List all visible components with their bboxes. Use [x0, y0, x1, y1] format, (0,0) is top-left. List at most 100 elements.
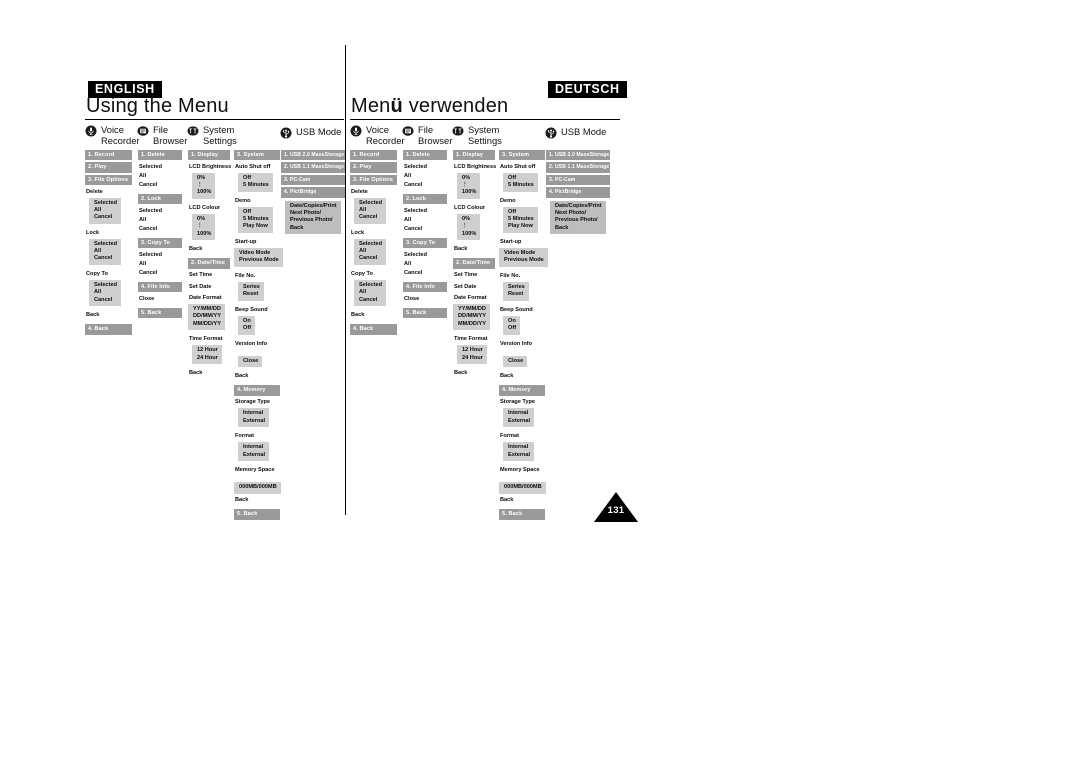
menu-item-set-date[interactable]: Set Date — [188, 283, 230, 292]
menu-item-beep-sound[interactable]: Beep Sound — [234, 306, 280, 315]
option-cancel[interactable]: Cancel — [403, 225, 447, 234]
menu-band-pc-cam[interactable]: 3. PC-Cam — [546, 174, 610, 186]
menu-item-start-up[interactable]: Start-up — [499, 238, 545, 247]
menu-band-memory[interactable]: 4. Memory — [499, 385, 545, 396]
option-all[interactable]: All — [138, 216, 182, 225]
menu-band-play[interactable]: 2. Play — [350, 162, 397, 173]
option-reset[interactable]: Reset — [243, 291, 260, 298]
option-play-now[interactable]: Play Now — [508, 223, 534, 230]
menu-item-auto-shut-off[interactable]: Auto Shut off — [499, 163, 545, 172]
menu-band-display[interactable]: 1. Display — [188, 150, 230, 161]
option-cancel[interactable]: Cancel — [138, 225, 182, 234]
option-off[interactable]: Off — [243, 175, 269, 182]
option-all[interactable]: All — [359, 207, 382, 214]
option-max[interactable]: 100% — [197, 231, 211, 238]
option-ddmmyy[interactable]: DD/MM/YY — [193, 313, 221, 320]
option-close[interactable]: Close — [508, 358, 523, 365]
option-all[interactable]: All — [94, 248, 117, 255]
menu-item-copy-to[interactable]: Copy To — [350, 270, 397, 279]
option-all[interactable]: All — [403, 172, 447, 181]
option-on[interactable]: On — [508, 318, 516, 325]
option-selected[interactable]: Selected — [138, 207, 182, 216]
option-internal[interactable]: Internal — [243, 444, 265, 451]
menu-band-back[interactable]: 5. Back — [138, 307, 182, 319]
menu-item-copy-to[interactable]: Copy To — [85, 270, 132, 279]
option-max[interactable]: 100% — [462, 189, 476, 196]
menu-band-back[interactable]: 4. Back — [85, 324, 132, 335]
menu-item-lcd-colour[interactable]: LCD Colour — [188, 204, 230, 213]
option-off[interactable]: Off — [508, 325, 516, 332]
option-close[interactable]: Close — [403, 295, 447, 304]
option-all[interactable]: All — [359, 248, 382, 255]
option-cancel[interactable]: Cancel — [94, 214, 117, 221]
option-internal[interactable]: Internal — [508, 410, 530, 417]
option-previous-mode[interactable]: Previous Mode — [239, 257, 279, 264]
menu-item-version-info[interactable]: Version Info — [234, 340, 280, 349]
option-previous-photo[interactable]: Previous Photo/ — [555, 217, 602, 224]
menu-item-format[interactable]: Format — [234, 432, 280, 441]
menu-item-memory-space[interactable]: Memory Space — [499, 466, 545, 475]
menu-band-system[interactable]: 3. System — [499, 150, 545, 161]
menu-band-system[interactable]: 3. System — [234, 150, 280, 161]
menu-item-time-format[interactable]: Time Format — [188, 335, 230, 344]
option-all[interactable]: All — [94, 289, 117, 296]
option-24-hour[interactable]: 24 Hour — [462, 355, 483, 362]
option-cancel[interactable]: Cancel — [138, 269, 182, 278]
option-selected[interactable]: Selected — [403, 251, 447, 260]
option-external[interactable]: External — [508, 452, 530, 459]
menu-item-demo[interactable]: Demo — [499, 197, 545, 206]
option-cancel[interactable]: Cancel — [359, 297, 382, 304]
option-cancel[interactable]: Cancel — [359, 214, 382, 221]
option-selected[interactable]: Selected — [403, 207, 447, 216]
option-internal[interactable]: Internal — [508, 444, 530, 451]
option-5-minutes[interactable]: 5 Minutes — [508, 216, 534, 223]
option-5-minutes[interactable]: 5 Minutes — [243, 216, 269, 223]
option-off[interactable]: Off — [508, 209, 534, 216]
menu-band-delete[interactable]: 1. Delete — [403, 150, 447, 161]
option-next-photo[interactable]: Next Photo/ — [555, 210, 602, 217]
menu-item-lcd-colour[interactable]: LCD Colour — [453, 204, 495, 213]
option-close[interactable]: Close — [138, 295, 182, 304]
option-mmddyy[interactable]: MM/DD/YY — [458, 321, 486, 328]
option-previous-mode[interactable]: Previous Mode — [504, 257, 544, 264]
option-cancel[interactable]: Cancel — [403, 181, 447, 190]
option-selected[interactable]: Selected — [403, 163, 447, 172]
option-video-mode[interactable]: Video Mode — [504, 250, 544, 257]
option-cancel[interactable]: Cancel — [94, 297, 117, 304]
option-yymmdd[interactable]: YY/MM/DD — [458, 306, 486, 313]
menu-item-delete[interactable]: Delete — [350, 188, 397, 197]
menu-band-usb-11[interactable]: 2. USB 1.1 MassStorage — [281, 162, 345, 173]
menu-band-usb-2[interactable]: 1. USB 2.0 MassStorage — [546, 150, 610, 161]
menu-band-copy-to[interactable]: 3. Copy To — [403, 237, 447, 249]
option-play-now[interactable]: Play Now — [243, 223, 269, 230]
option-selected[interactable]: Selected — [94, 241, 117, 248]
menu-item-date-format[interactable]: Date Format — [453, 294, 495, 303]
menu-item-lock[interactable]: Lock — [350, 229, 397, 238]
menu-item-auto-shut-off[interactable]: Auto Shut off — [234, 163, 280, 172]
menu-band-back[interactable]: 5. Back — [403, 307, 447, 319]
menu-item-back[interactable]: Back — [188, 245, 230, 254]
option-all[interactable]: All — [403, 260, 447, 269]
option-series[interactable]: Series — [508, 284, 525, 291]
option-on[interactable]: On — [243, 318, 251, 325]
option-5-minutes[interactable]: 5 Minutes — [243, 182, 269, 189]
menu-item-format[interactable]: Format — [499, 432, 545, 441]
option-video-mode[interactable]: Video Mode — [239, 250, 279, 257]
menu-item-date-format[interactable]: Date Format — [188, 294, 230, 303]
menu-item-storage-type[interactable]: Storage Type — [234, 398, 280, 407]
option-internal[interactable]: Internal — [243, 410, 265, 417]
menu-band-record[interactable]: 1. Record — [350, 150, 397, 161]
menu-item-back[interactable]: Back — [85, 311, 132, 320]
menu-band-file-options[interactable]: 3. File Options — [350, 174, 397, 186]
menu-band-record[interactable]: 1. Record — [85, 150, 132, 161]
option-date-copies-print[interactable]: Date/Copies/Print — [290, 203, 337, 210]
option-back[interactable]: Back — [290, 225, 337, 232]
menu-item-back[interactable]: Back — [188, 369, 230, 378]
menu-band-lock[interactable]: 2. Lock — [138, 193, 182, 205]
option-off[interactable]: Off — [243, 209, 269, 216]
option-all[interactable]: All — [94, 207, 117, 214]
menu-item-back[interactable]: Back — [234, 496, 280, 505]
menu-item-file-no[interactable]: File No. — [234, 272, 280, 281]
menu-band-usb-11[interactable]: 2. USB 1.1 MassStorage — [546, 162, 610, 173]
menu-band-delete[interactable]: 1. Delete — [138, 150, 182, 161]
